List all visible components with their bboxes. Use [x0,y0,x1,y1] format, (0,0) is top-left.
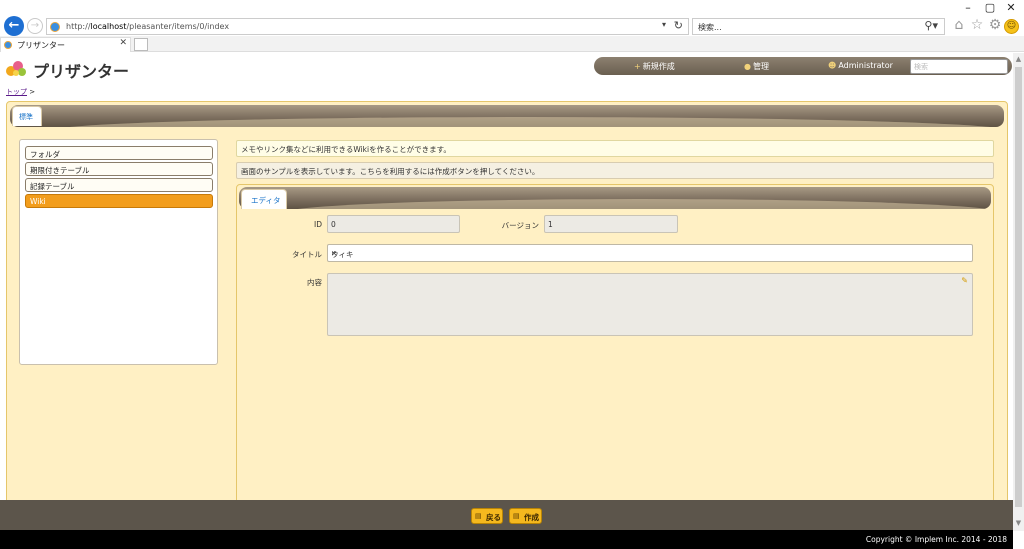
nav-user-button[interactable]: ☻ Administrator [828,61,893,70]
top-navigation: + 新規作成 ● 管理 ☻ Administrator 検索 [594,57,1012,75]
url-text: http://localhost/pleasanter/items/0/inde… [66,22,230,31]
nav-new-button[interactable]: + 新規作成 [634,61,675,72]
home-icon[interactable]: ⌂ [950,17,968,33]
close-tab-icon[interactable]: ✕ [119,38,127,48]
url-input[interactable]: http://localhost/pleasanter/items/0/inde… [46,18,689,35]
create-button[interactable]: ▤ 作成 [509,508,542,524]
gear-icon: ● [744,62,751,71]
content-label: 内容 [307,278,322,287]
maximize-icon[interactable]: ▢ [982,1,998,15]
minimize-icon[interactable]: – [960,1,976,15]
ie-tab-favicon-icon [4,41,12,49]
app-logo[interactable]: プリザンター [5,57,129,81]
scroll-down-arrow-icon[interactable]: ▼ [1014,519,1023,528]
id-field: 0 [327,215,460,233]
sidebar-item-folder[interactable]: フォルダ [25,146,213,160]
vertical-scrollbar[interactable]: ▲ ▼ [1013,53,1024,531]
sidebar-item-deadline-table[interactable]: 期限付きテーブル [25,162,213,176]
nav-manage-button[interactable]: ● 管理 [744,61,769,72]
web-page: プリザンター + 新規作成 ● 管理 ☻ Administrator 検索 トップ >… [0,53,1013,549]
pencil-edit-icon[interactable]: ✎ [961,276,968,285]
main-panel: 標準 フォルダ 期限付きテーブル 記録テーブル Wiki メモやリンク集などに利… [6,101,1008,531]
pleasanter-logo-icon [6,61,26,76]
new-tab-button[interactable] [134,38,148,51]
feedback-smiley-icon[interactable]: ☺ [1004,19,1019,34]
breadcrumb-home-link[interactable]: トップ [6,88,27,96]
copyright-footer: Copyright © Implem Inc. 2014 - 2018 [0,530,1013,549]
site-search-placeholder: 検索 [914,63,928,71]
refresh-icon[interactable]: ↻ [674,19,683,32]
back-arrow-icon[interactable]: ← [4,16,24,36]
copyright-text: Copyright © Implem Inc. 2014 - 2018 [865,535,1007,544]
tab-bar-decoration [50,117,1004,127]
back-button[interactable]: ▤ 戻る [471,508,503,524]
browser-tab[interactable]: プリザンター ✕ [0,37,131,52]
ie-favicon-icon [50,22,60,32]
favorites-star-icon[interactable]: ☆ [968,17,986,33]
editor-bar-decoration [283,199,991,209]
version-label: バージョン [501,221,539,230]
command-bar: ▤ 戻る ▤ 作成 [0,500,1013,530]
search-icon[interactable]: ⚲▾ [924,19,938,32]
version-field: 1 [544,215,678,233]
back-button-icon: ▤ [475,512,482,520]
user-icon: ☻ [828,61,837,70]
browser-tab-title: プリザンター [17,41,65,50]
address-bar-row: ← → http://localhost/pleasanter/items/0/… [0,16,1024,36]
scroll-thumb[interactable] [1015,67,1022,507]
breadcrumb: トップ > [6,87,35,97]
content-textarea[interactable]: ✎ [327,273,973,336]
tab-standard[interactable]: 標準 [12,106,42,126]
browser-tab-strip: プリザンター ✕ [0,36,1024,52]
url-dropdown-icon[interactable]: ▾ [662,20,666,29]
plus-icon: + [634,62,641,71]
sidebar-item-record-table[interactable]: 記録テーブル [25,178,213,192]
window-titlebar: – ▢ ✕ [0,0,1024,16]
editor-panel: エディタ ID 0 バージョン 1 タイトル ウィキ ✕ 内容 ✎ [236,184,994,530]
id-label: ID [314,220,322,229]
settings-gear-icon[interactable]: ⚙ [986,17,1004,33]
breadcrumb-separator: > [29,88,36,96]
tab-editor[interactable]: エディタ [241,189,287,209]
forward-arrow-icon[interactable]: → [27,18,43,34]
sidebar-item-wiki[interactable]: Wiki [25,194,213,208]
editor-tab-bar [239,187,991,209]
site-search-input[interactable]: 検索 [910,59,1008,74]
description-message: メモやリンク集などに利用できるWikiを作ることができます。 [236,140,994,157]
logo-text: プリザンター [33,64,130,81]
sample-notice-message: 画面のサンプルを表示しています。こちらを利用するには作成ボタンを押してください。 [236,162,994,179]
title-input[interactable]: ウィキ ✕ [327,244,973,262]
create-button-icon: ▤ [513,512,520,520]
main-tab-bar [10,105,1004,127]
clear-icon[interactable]: ✕ [331,249,968,258]
close-window-icon[interactable]: ✕ [1003,1,1019,15]
browser-search-input[interactable]: 検索... ⚲▾ [692,18,945,35]
title-label: タイトル [292,250,322,259]
browser-search-placeholder: 検索... [698,23,722,32]
template-sidebar: フォルダ 期限付きテーブル 記録テーブル Wiki [19,139,218,365]
scroll-up-arrow-icon[interactable]: ▲ [1014,55,1023,64]
